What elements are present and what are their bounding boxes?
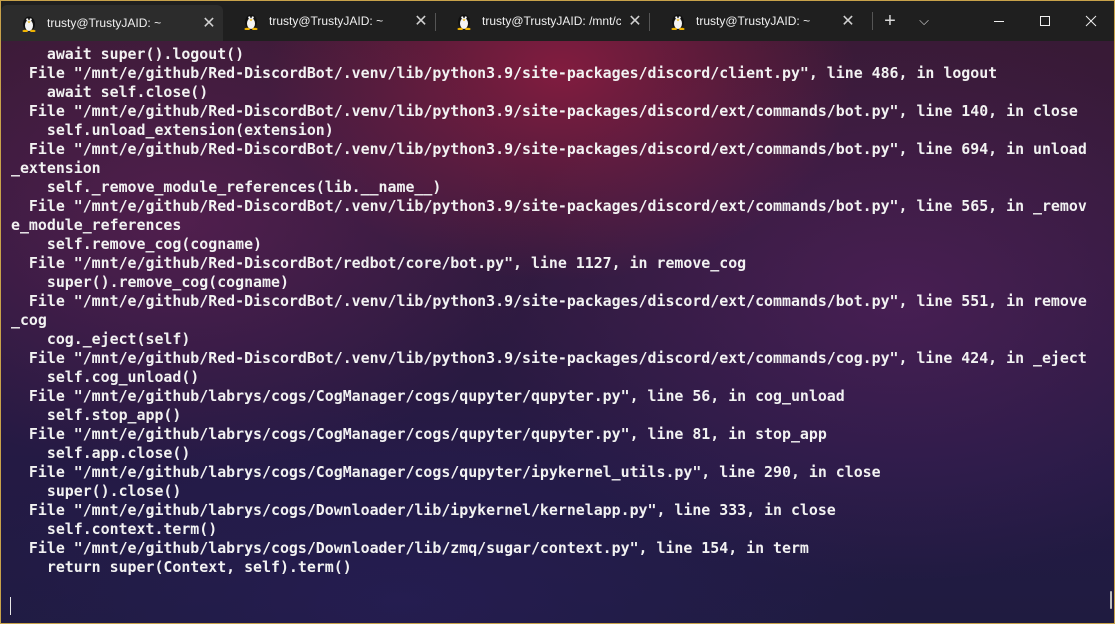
terminal-line: await self.close()	[11, 83, 209, 101]
terminal-line: File "/mnt/e/github/Red-DiscordBot/.venv…	[11, 102, 1078, 120]
terminal-line: e_module_references	[11, 216, 182, 234]
tab-title: trusty@TrustyJAID: ~	[269, 14, 384, 28]
terminal-output[interactable]: await super().logout() File "/mnt/e/gith…	[11, 45, 1107, 615]
tux-icon	[457, 14, 471, 30]
tab-dropdown-button[interactable]: ⌵	[907, 11, 941, 31]
tab-title: trusty@TrustyJAID: /mnt/c/	[482, 14, 621, 28]
maximize-button[interactable]	[1022, 1, 1068, 41]
terminal-line: File "/mnt/e/github/Red-DiscordBot/.venv…	[11, 292, 1087, 310]
terminal-line: _extension	[11, 159, 101, 177]
terminal-line: self._remove_module_references(lib.__nam…	[11, 178, 442, 196]
terminal-line: self.unload_extension(extension)	[11, 121, 334, 139]
terminal-line: cog._eject(self)	[11, 330, 191, 348]
tab-2[interactable]: trusty@TrustyJAID: ~ ✕	[223, 1, 435, 41]
tab-bar: trusty@TrustyJAID: ~ ✕ trusty@TrustyJAID…	[1, 1, 1114, 41]
scrollbar[interactable]	[1110, 591, 1112, 609]
tab-close-button[interactable]: ✕	[407, 11, 435, 31]
tab-4[interactable]: trusty@TrustyJAID: ~ ✕	[650, 1, 862, 41]
text-cursor	[10, 597, 11, 615]
window-controls	[976, 1, 1114, 41]
maximize-icon	[1040, 16, 1050, 26]
close-window-button[interactable]	[1068, 1, 1114, 41]
tab-3[interactable]: trusty@TrustyJAID: /mnt/c/ ✕	[436, 1, 649, 41]
terminal-window: trusty@TrustyJAID: ~ ✕ trusty@TrustyJAID…	[0, 0, 1115, 624]
terminal-line: self.context.term()	[11, 520, 218, 538]
terminal-line: _cog	[11, 311, 47, 329]
terminal-line: File "/mnt/e/github/Red-DiscordBot/.venv…	[11, 197, 1087, 215]
tab-title: trusty@TrustyJAID: ~	[47, 16, 162, 30]
tab-close-button[interactable]: ✕	[195, 13, 223, 33]
tab-title: trusty@TrustyJAID: ~	[696, 14, 811, 28]
terminal-line: File "/mnt/e/github/labrys/cogs/Download…	[11, 539, 809, 557]
terminal-line: File "/mnt/e/github/labrys/cogs/CogManag…	[11, 425, 827, 443]
terminal-line: File "/mnt/e/github/Red-DiscordBot/.venv…	[11, 140, 1087, 158]
tab-tools: + ⌵	[862, 1, 941, 41]
minimize-icon	[994, 21, 1004, 22]
tux-icon	[671, 14, 685, 30]
terminal-line: super().close()	[11, 482, 182, 500]
minimize-button[interactable]	[976, 1, 1022, 41]
tab-1[interactable]: trusty@TrustyJAID: ~ ✕	[1, 5, 223, 41]
terminal-line: self.cog_unload()	[11, 368, 200, 386]
terminal-line: await super().logout()	[11, 45, 245, 63]
terminal-line: self.remove_cog(cogname)	[11, 235, 263, 253]
tux-icon	[22, 16, 36, 32]
close-icon	[1085, 15, 1097, 27]
tux-icon	[244, 14, 258, 30]
terminal-line: File "/mnt/e/github/labrys/cogs/CogManag…	[11, 463, 881, 481]
terminal-line: File "/mnt/e/github/Red-DiscordBot/.venv…	[11, 64, 998, 82]
terminal-line: self.stop_app()	[11, 406, 182, 424]
terminal-line: File "/mnt/e/github/labrys/cogs/Download…	[11, 501, 836, 519]
tab-close-button[interactable]: ✕	[621, 11, 649, 31]
terminal-line: File "/mnt/e/github/Red-DiscordBot/redbo…	[11, 254, 747, 272]
terminal-line: return super(Context, self).term()	[11, 558, 352, 576]
terminal-line: File "/mnt/e/github/labrys/cogs/CogManag…	[11, 387, 845, 405]
terminal-line: File "/mnt/e/github/Red-DiscordBot/.venv…	[11, 349, 1087, 367]
terminal-line: super().remove_cog(cogname)	[11, 273, 289, 291]
tab-close-button[interactable]: ✕	[834, 11, 862, 31]
terminal-line: self.app.close()	[11, 444, 191, 462]
new-tab-button[interactable]: +	[873, 11, 907, 31]
